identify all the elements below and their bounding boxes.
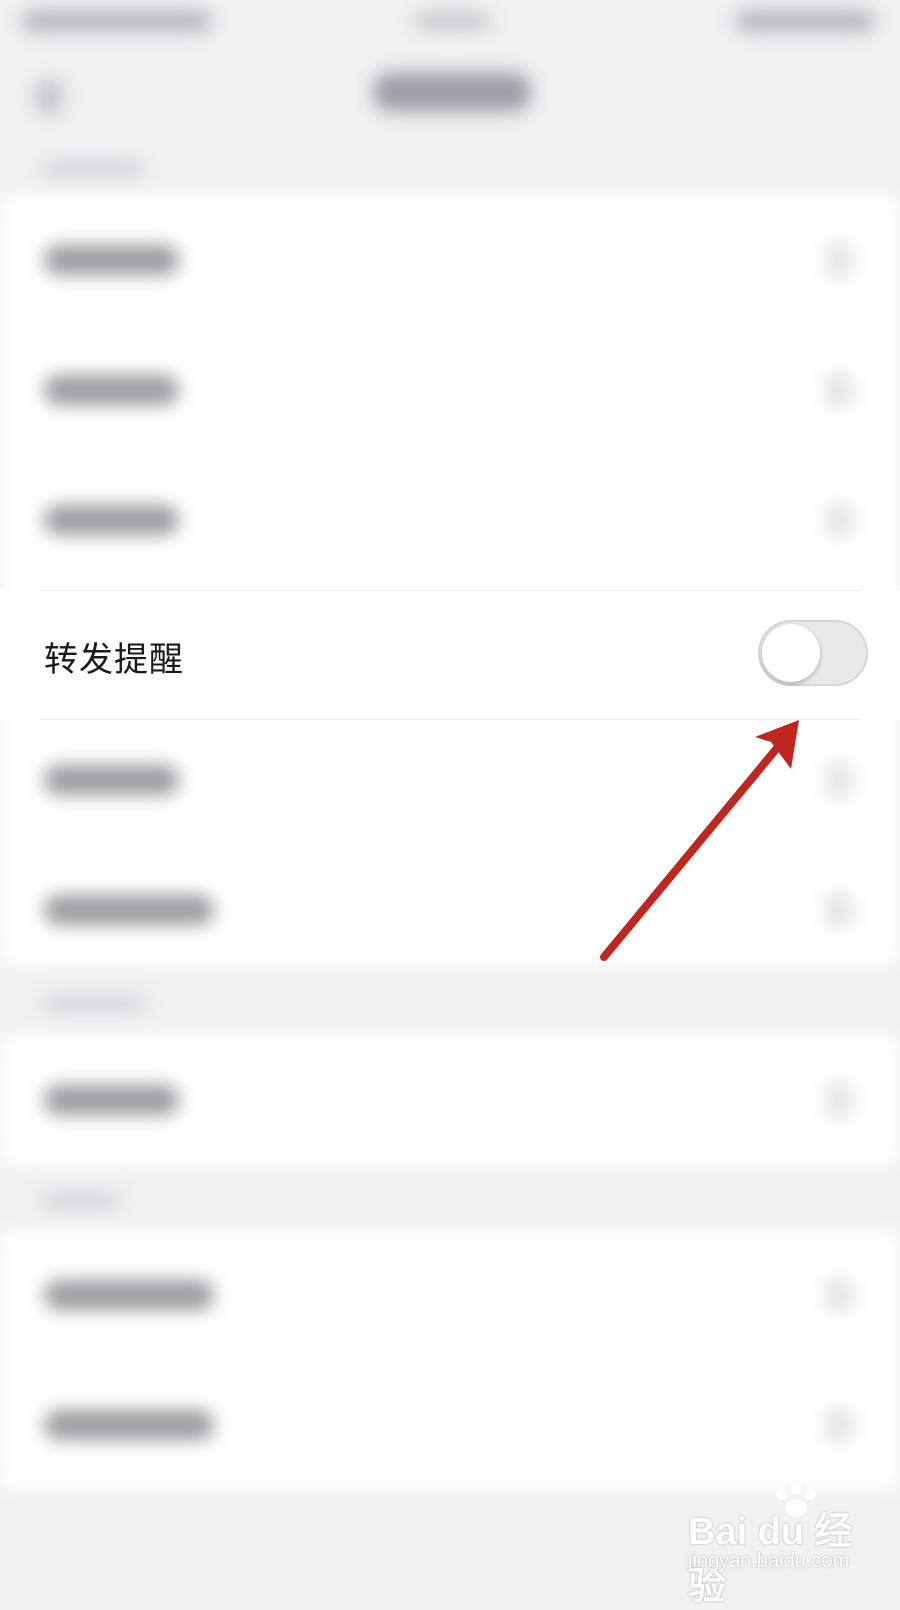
watermark: Bai du 经验 jingyan.baidu.com — [688, 1482, 888, 1608]
blurred-background — [0, 0, 900, 1600]
forward-reminder-label: 转发提醒 — [44, 640, 184, 680]
status-bar-indicators — [735, 10, 875, 32]
settings-row[interactable] — [0, 325, 900, 455]
section-header — [0, 150, 900, 190]
back-icon[interactable] — [36, 80, 62, 114]
divider — [40, 719, 860, 720]
status-bar-center — [415, 12, 490, 30]
toggle-knob — [762, 624, 820, 682]
settings-row[interactable] — [0, 195, 900, 325]
settings-group — [0, 1035, 900, 1165]
chevron-right-icon — [826, 243, 852, 277]
chevron-right-icon — [826, 503, 852, 537]
status-bar — [0, 0, 900, 44]
section-header — [0, 1180, 900, 1220]
chevron-right-icon — [826, 1408, 852, 1442]
settings-row[interactable] — [0, 1360, 900, 1490]
settings-group — [0, 195, 900, 965]
forward-reminder-toggle[interactable] — [758, 620, 868, 686]
settings-row[interactable] — [0, 845, 900, 975]
settings-row[interactable] — [0, 1035, 900, 1165]
settings-row[interactable] — [0, 1230, 900, 1360]
settings-group — [0, 1230, 900, 1490]
settings-row[interactable] — [0, 455, 900, 585]
page-title — [372, 72, 532, 112]
chevron-right-icon — [826, 893, 852, 927]
status-bar-time — [22, 10, 212, 32]
divider — [40, 590, 860, 591]
section-header — [0, 985, 900, 1025]
watermark-url: jingyan.baidu.com — [688, 1550, 850, 1572]
chevron-right-icon — [826, 373, 852, 407]
chevron-right-icon — [826, 763, 852, 797]
navigation-bar — [0, 44, 900, 144]
forward-reminder-row: 转发提醒 — [0, 590, 900, 720]
chevron-right-icon — [826, 1083, 852, 1117]
chevron-right-icon — [826, 1278, 852, 1312]
settings-row[interactable] — [0, 715, 900, 845]
